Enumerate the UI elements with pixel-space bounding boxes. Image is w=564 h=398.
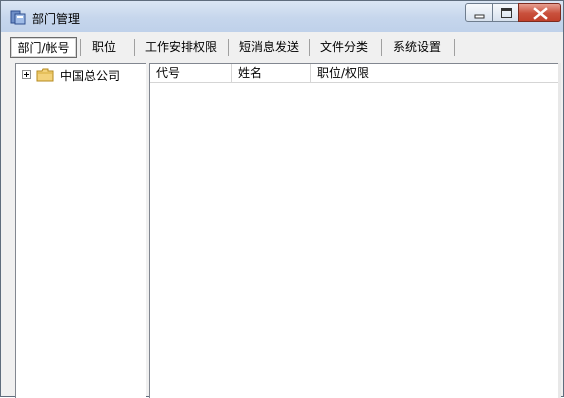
app-window: 部门管理 部门/帐号 职位 工作安排权限 短消息发送 文件分类 系统设置 中国总… (0, 0, 564, 398)
close-button[interactable] (518, 3, 561, 22)
minimize-button[interactable] (465, 3, 493, 22)
expand-plus-icon[interactable] (22, 70, 31, 79)
tab-department-account[interactable]: 部门/帐号 (10, 37, 77, 58)
column-header-name[interactable]: 姓名 (232, 64, 311, 82)
tab-work-permissions[interactable]: 工作安排权限 (140, 37, 222, 58)
app-icon (10, 9, 26, 25)
column-header-position-permissions[interactable]: 职位/权限 (311, 64, 561, 82)
tab-separator (80, 39, 81, 56)
close-icon (533, 7, 548, 20)
tab-separator (228, 39, 229, 56)
tab-system-settings[interactable]: 系统设置 (386, 37, 448, 58)
folder-icon (36, 68, 54, 82)
column-header-code[interactable]: 代号 (150, 64, 232, 82)
minimize-icon (474, 14, 485, 19)
maximize-button[interactable] (492, 3, 519, 22)
list-header: 代号 姓名 职位/权限 (150, 64, 561, 83)
title-bar[interactable]: 部门管理 (1, 1, 563, 32)
tab-bar: 部门/帐号 职位 工作安排权限 短消息发送 文件分类 系统设置 (9, 37, 555, 59)
tab-separator (309, 39, 310, 56)
tree-node-label: 中国总公司 (60, 69, 121, 83)
maximize-icon (501, 8, 512, 18)
tab-position[interactable]: 职位 (85, 37, 123, 58)
right-edge (558, 63, 561, 398)
tab-separator (134, 39, 135, 56)
tab-file-category[interactable]: 文件分类 (313, 37, 375, 58)
tab-short-message[interactable]: 短消息发送 (234, 37, 304, 58)
account-list[interactable]: 代号 姓名 职位/权限 (149, 63, 561, 398)
tab-separator (454, 39, 455, 56)
tab-separator (381, 39, 382, 56)
department-tree[interactable]: 中国总公司 (15, 63, 146, 398)
window-title: 部门管理 (32, 12, 81, 26)
